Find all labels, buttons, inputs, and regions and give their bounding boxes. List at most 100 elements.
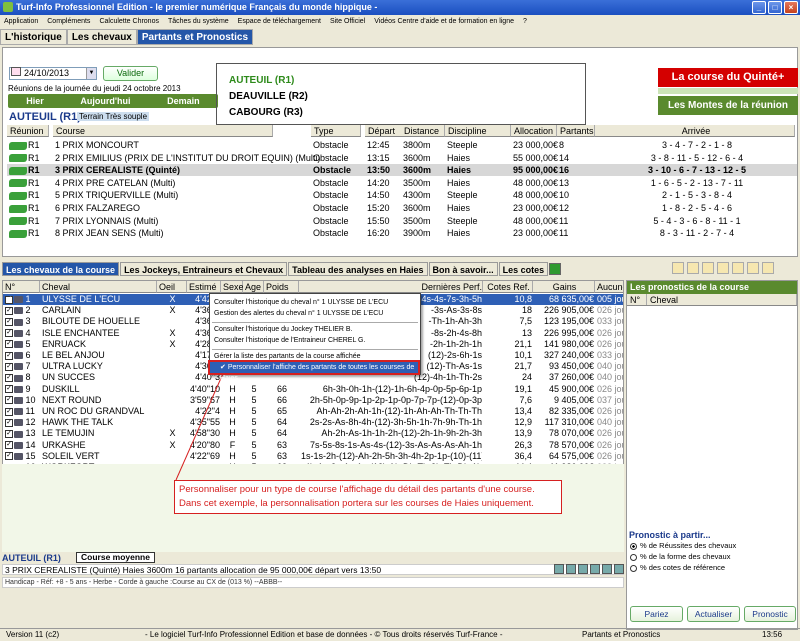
table-row[interactable]: R1 3 PRIX CEREALISTE (Quinté) Obstacle 13:5…	[7, 164, 797, 177]
radio-forme[interactable]: % de la forme des chevaux	[630, 552, 730, 561]
menu-item-alertes[interactable]: Gestion des alertes du cheval n° 1 ULYSS…	[214, 310, 383, 317]
checkbox[interactable]: ✓	[5, 295, 13, 304]
folder-icon[interactable]	[687, 262, 699, 274]
checkbox[interactable]: ✓	[5, 385, 13, 394]
main-tab[interactable]: L'historique	[0, 29, 67, 45]
hier-button[interactable]: Hier	[26, 94, 44, 108]
main-tab[interactable]: Partants et Pronostics	[136, 29, 254, 45]
column-header[interactable]: Oeil	[157, 281, 187, 293]
column-header[interactable]: Gains	[533, 281, 595, 293]
column-header[interactable]: Aucune	[595, 281, 623, 293]
column-header[interactable]: Distance	[401, 125, 445, 137]
table-row[interactable]: ✓ 13 LE TEMUJIN X 4'58"30 H 5 64 Ah-2h-As-1h-1h…	[3, 428, 623, 439]
column-header[interactable]: Cotes Ref.	[483, 281, 533, 293]
menu-item[interactable]: ?	[523, 15, 527, 28]
column-header[interactable]: Age	[243, 281, 264, 293]
reunion-item[interactable]: AUTEUIL (R1)	[229, 75, 294, 86]
checkbox[interactable]: ✓	[5, 452, 13, 461]
montes-button[interactable]: Les Montes de la réunion	[658, 96, 798, 115]
actualiser-button[interactable]: Actualiser	[687, 606, 740, 622]
menu-item-gerer-liste[interactable]: Gérer la liste des partants de la course…	[214, 353, 361, 360]
menu-item[interactable]: Vidéos Centre d'aide et de formation en …	[374, 15, 514, 28]
checkbox[interactable]: ✓	[5, 441, 13, 450]
main-tab[interactable]: Les chevaux	[66, 29, 137, 45]
minimize-button[interactable]: _	[752, 1, 766, 14]
table-row[interactable]: R1 6 PRIX FALZAREGO Obstacle 15:20 3600m Haie…	[7, 202, 797, 214]
table-row[interactable]: ✓ 14 URKASHE X 4'20"80 F 5 63 7s-5s-8s-1s-As-4s…	[3, 440, 623, 451]
checkbox[interactable]: ✓	[5, 396, 13, 405]
menu-item[interactable]: Compléments	[47, 15, 90, 28]
alert-icon[interactable]	[717, 262, 729, 274]
sub-tab[interactable]: Les cotes	[498, 262, 549, 276]
table-row[interactable]: ✓ 11 UN ROC DU GRANDVAL 4'22"4 H 5 65 Ah-Ah-2h…	[3, 406, 623, 417]
table-row[interactable]: ✓ 15 SOLEIL VERT 4'22"69 H 5 63 1s-1s-2h-(12)-…	[3, 451, 623, 462]
checkbox[interactable]: ✓	[5, 318, 13, 327]
table-row[interactable]: ✓ 12 HAWK THE TALK 4'35"55 H 5 64 2s-2s-As-8h-…	[3, 417, 623, 428]
menu-item[interactable]: Calculette Chronos	[99, 15, 159, 28]
checkbox[interactable]: ✓	[5, 407, 13, 416]
column-header[interactable]: Discipline	[445, 125, 511, 137]
tab-extra-icon[interactable]	[549, 263, 562, 275]
sub-tab[interactable]: Bon à savoir...	[428, 262, 498, 276]
pariez-button[interactable]: Pariez	[630, 606, 683, 622]
aujourdhui-button[interactable]: Aujourd'hui	[80, 94, 130, 108]
table-row[interactable]: ✓ 9 DUSKILL 4'40"10 H 5 66 6h-3h-0h-1h-(12)-1h…	[3, 384, 623, 395]
menu-item-historique-jockey[interactable]: Consulter l'historique du Jockey THELIER…	[214, 326, 353, 333]
menu-item[interactable]: Application	[4, 15, 38, 28]
column-header[interactable]: Type	[311, 125, 361, 137]
checkbox[interactable]: ✓	[5, 329, 13, 338]
checkbox[interactable]: ✓	[5, 374, 13, 383]
menu-item-historique-cheval[interactable]: Consulter l'historique du cheval n° 1 UL…	[214, 299, 388, 306]
table-row[interactable]: R1 8 PRIX JEAN SENS (Multi) Obstacle 16:20 3…	[7, 227, 797, 239]
checkbox[interactable]: ✓	[5, 430, 13, 439]
column-header[interactable]: Arrivée	[595, 125, 795, 137]
sub-tab[interactable]: Tableau des analyses en Haies	[288, 262, 428, 276]
table-row[interactable]: R1 5 PRIX TRIQUERVILLE (Multi) Obstacle 14:…	[7, 189, 797, 201]
column-header[interactable]: Partants	[557, 125, 595, 137]
column-header[interactable]: Course	[53, 125, 273, 137]
close-panel-icon[interactable]	[762, 262, 774, 274]
valider-button[interactable]: Valider	[103, 66, 158, 81]
print-icon[interactable]	[672, 262, 684, 274]
chevron-down-icon[interactable]: ▼	[86, 68, 96, 79]
chart-icon[interactable]	[602, 564, 612, 574]
date-field[interactable]: 24/10/2013	[9, 67, 97, 80]
column-header[interactable]: N°	[627, 294, 647, 305]
column-header[interactable]: Sexe	[221, 281, 244, 293]
close-button[interactable]: ×	[784, 1, 798, 14]
menu-item-historique-entraineur[interactable]: Consulter l'historique de l'Entraineur C…	[214, 337, 365, 344]
checkbox[interactable]: ✓	[5, 306, 13, 315]
quinte-button[interactable]: La course du Quinté+	[658, 68, 798, 87]
demain-button[interactable]: Demain	[167, 94, 200, 108]
table-row[interactable]: R1 2 PRIX EMILIUS (PRIX DE L'INSTITUT DU …	[7, 152, 797, 164]
mail-icon[interactable]	[578, 564, 588, 574]
column-header[interactable]: Estimé	[187, 281, 221, 293]
pronostic-button[interactable]: Pronostic	[744, 606, 796, 622]
checkbox[interactable]: ✓	[5, 418, 13, 427]
checkbox[interactable]: ✓	[5, 340, 13, 349]
settings-icon[interactable]	[732, 262, 744, 274]
menu-item[interactable]: Site Officiel	[330, 15, 365, 28]
calc-icon[interactable]	[566, 564, 576, 574]
table-row[interactable]: ✓ 10 NEXT ROUND 3'59"67 H 5 66 2h-5h-0p-9p-1p-…	[3, 395, 623, 406]
column-header[interactable]: Allocation	[511, 125, 557, 137]
column-header[interactable]: Cheval	[647, 294, 797, 305]
checkbox[interactable]: ✓	[5, 351, 13, 360]
checkbox[interactable]: ✓	[5, 362, 13, 371]
print-icon[interactable]	[614, 564, 624, 574]
menu-item-personnaliser[interactable]: ✔ Personnaliser l'affiche des partants d…	[208, 360, 420, 382]
table-row[interactable]: R1 4 PRIX PRE CATELAN (Multi) Obstacle 14:2…	[7, 177, 797, 189]
column-header[interactable]: N°	[3, 281, 40, 293]
column-header[interactable]: Réunion	[7, 125, 49, 137]
radio-cotes[interactable]: % des cotes de référence	[630, 563, 725, 572]
stats-icon[interactable]	[747, 262, 759, 274]
open-icon[interactable]	[702, 262, 714, 274]
video-icon[interactable]	[554, 564, 564, 574]
table-row[interactable]: R1 7 PRIX LYONNAIS (Multi) Obstacle 15:50 35…	[7, 215, 797, 227]
maximize-button[interactable]: □	[768, 1, 782, 14]
column-header[interactable]: Dernières Perf.	[299, 281, 483, 293]
radio-reussites[interactable]: % de Réussites des chevaux	[630, 541, 736, 550]
column-header[interactable]: Poids	[264, 281, 299, 293]
reunion-item[interactable]: DEAUVILLE (R2)	[229, 91, 308, 102]
menu-item[interactable]: Tâches du système	[168, 15, 229, 28]
